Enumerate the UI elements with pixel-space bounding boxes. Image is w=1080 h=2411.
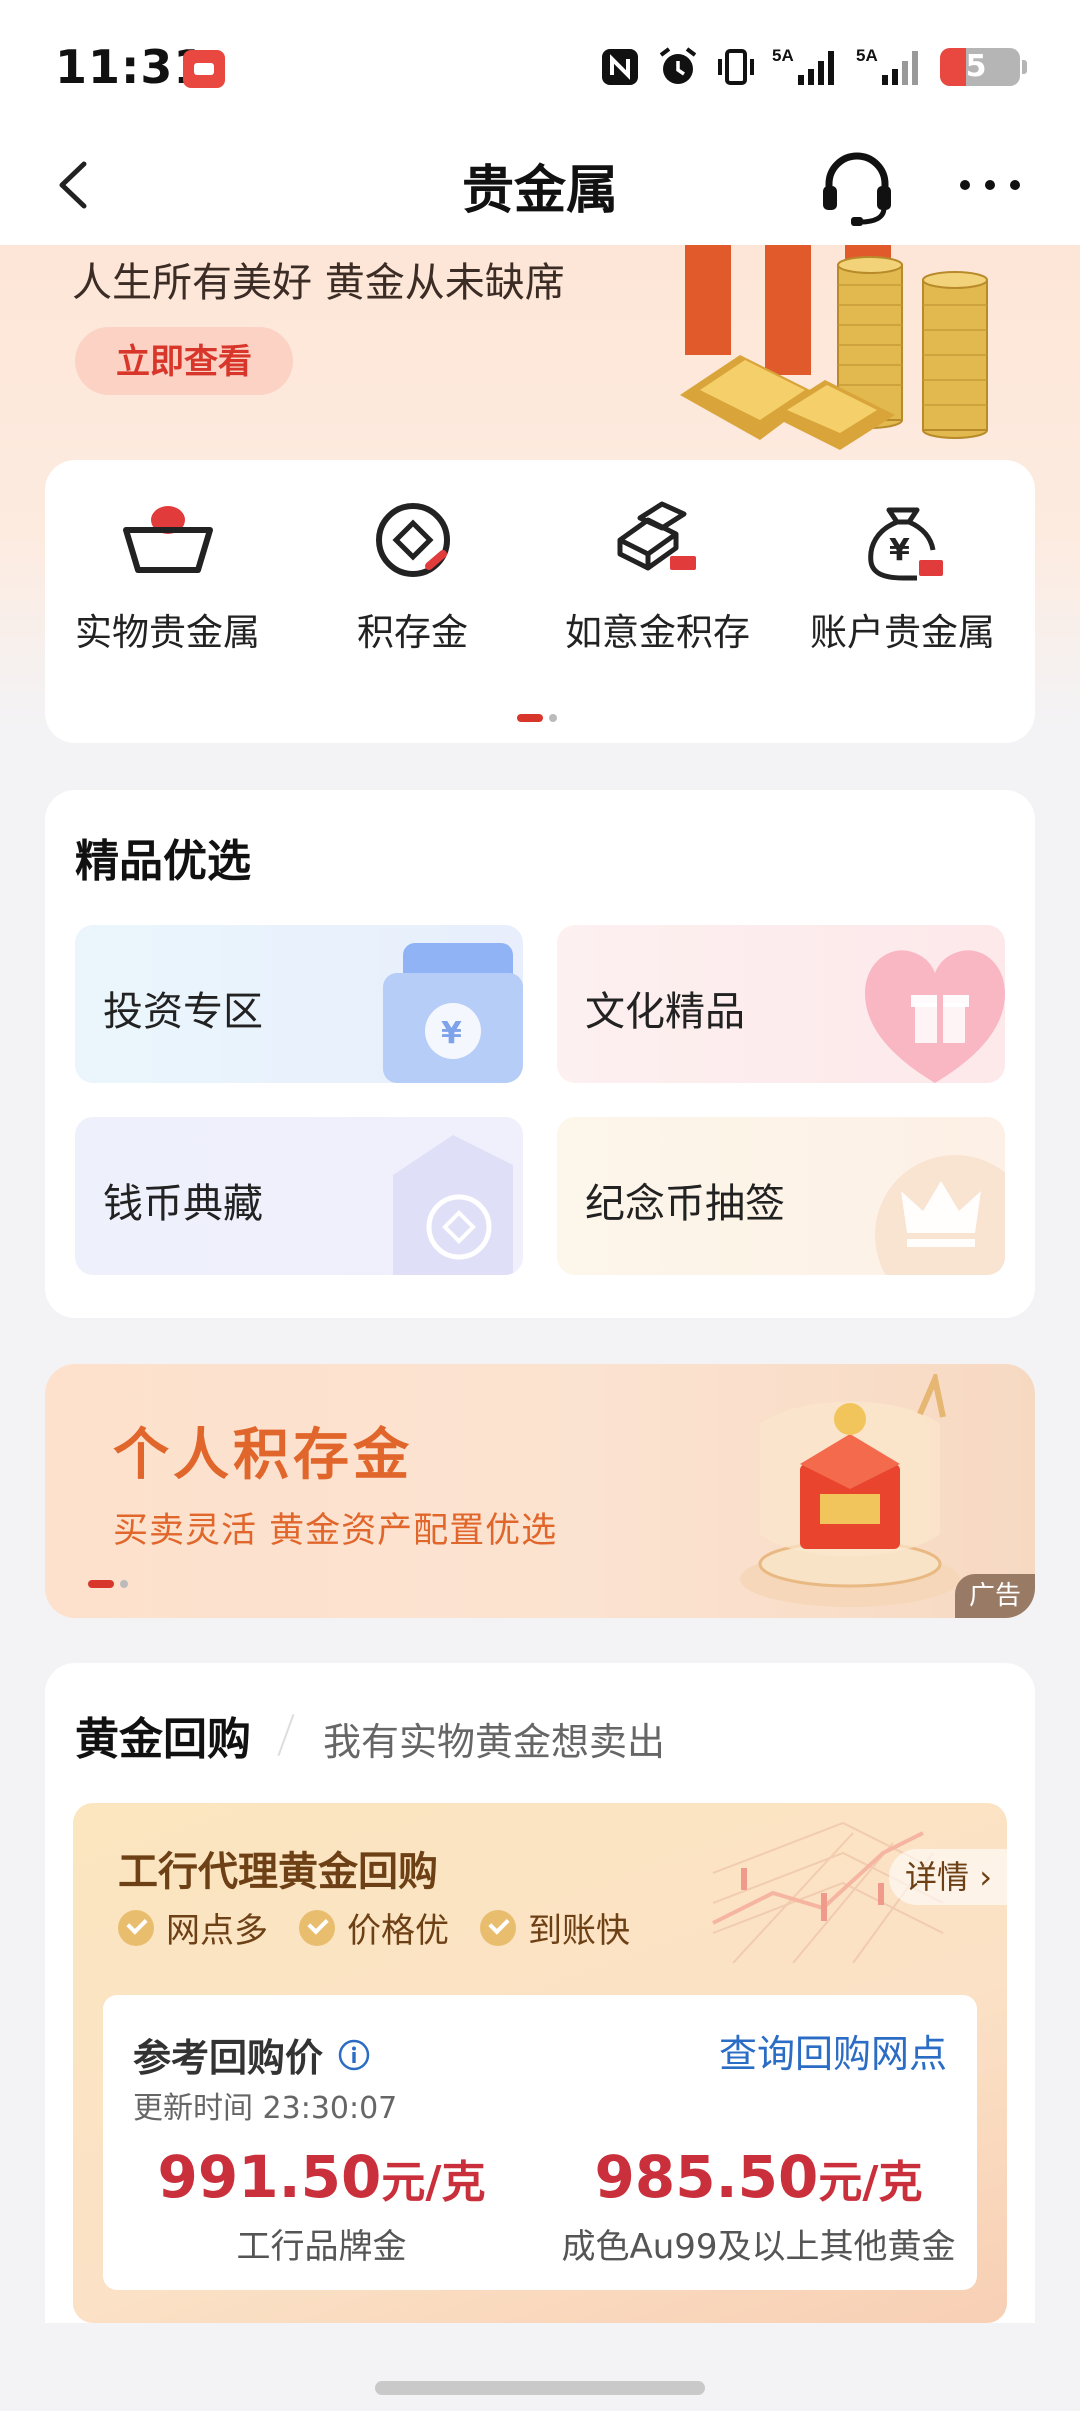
gold-gift-box-illustration (740, 1374, 960, 1607)
pager-dot-active (88, 1580, 114, 1588)
vibrate-icon (718, 49, 754, 85)
quick-entry-pager (517, 714, 557, 722)
quick-item-label: 实物贵金属 (75, 611, 260, 654)
gold-ingot-icon (122, 506, 213, 573)
quick-item-savings-gold[interactable]: 积存金 (290, 482, 535, 682)
tile-coin-collection[interactable]: 钱币典藏 (75, 1117, 523, 1275)
tile-investment-zone[interactable]: 投资专区 ¥ (75, 925, 523, 1083)
title-divider (277, 1713, 295, 1757)
tile-commemorative-coin-lottery[interactable]: 纪念币抽签 (557, 1117, 1005, 1275)
pager-dot-active (517, 714, 543, 722)
gold-bars-illustration (680, 245, 988, 450)
coin-card-icon (393, 1135, 513, 1275)
signal-5a-icon: 5A (772, 46, 834, 85)
svg-text:5A: 5A (856, 46, 878, 65)
ad-subtitle: 买卖灵活 黄金资产配置优选 (113, 1511, 558, 1551)
price-label: 成色Au99及以上其他黄金 (561, 2227, 956, 2267)
section-title: 黄金回购 (75, 1714, 251, 1765)
section-subtitle: 我有实物黄金想卖出 (323, 1720, 666, 1764)
price-block-icbc-brand: 991.50元/克 工行品牌金 (103, 2143, 540, 2268)
price-block-other-gold: 985.50元/克 成色Au99及以上其他黄金 (540, 2143, 977, 2268)
status-icons: 5A 5A 5 (598, 42, 1027, 92)
feature-item: 网点多 (118, 1903, 268, 1952)
customer-service-icon[interactable] (815, 144, 899, 228)
price-card-title: 参考回购价 (133, 2036, 324, 2080)
update-time: 更新时间 23:30:07 (133, 2091, 398, 2126)
ad-tag: 广告 (955, 1574, 1035, 1618)
query-branch-link[interactable]: 查询回购网点 (719, 2023, 947, 2078)
check-icon (299, 1909, 335, 1946)
pager-dot (549, 714, 557, 722)
crown-icon (875, 1155, 1005, 1275)
tile-label: 钱币典藏 (103, 1181, 263, 1227)
feature-item: 到账快 (480, 1903, 630, 1952)
detail-label: 详情 (905, 1858, 970, 1896)
feature-label: 价格优 (347, 1911, 449, 1951)
gold-bars-icon (617, 501, 696, 571)
feature-item: 价格优 (299, 1903, 449, 1952)
status-bar: 11:31 5A 5A 5 (0, 0, 1080, 130)
svg-text:5A: 5A (772, 46, 794, 65)
price-unit: 元/克 (381, 2157, 486, 2208)
reference-price-card: 参考回购价 查询回购网点 更新时间 23:30:07 991.50元/克 工行品… (103, 1995, 977, 2290)
ad-title: 个人积存金 (113, 1423, 413, 1488)
tile-label: 投资专区 (103, 989, 263, 1035)
feature-label: 到账快 (528, 1911, 630, 1951)
svg-text:¥: ¥ (441, 1016, 462, 1051)
nfc-icon (602, 49, 638, 85)
hero-slogan: 人生所有美好 黄金从未缺席 (72, 260, 565, 306)
pager-dot (120, 1580, 128, 1588)
check-icon (480, 1909, 516, 1946)
gift-icon (865, 950, 1005, 1083)
svg-text:¥: ¥ (889, 533, 910, 568)
tile-label: 纪念币抽签 (585, 1181, 785, 1227)
ad-pager (88, 1580, 128, 1588)
money-bag-icon: ¥ (867, 507, 943, 581)
section-title: 精品优选 (75, 836, 251, 887)
page-title: 贵金属 (461, 161, 618, 221)
battery-icon: 5 (940, 48, 1027, 86)
quick-item-account-metal[interactable]: ¥ 账户贵金属 (780, 482, 1025, 682)
quick-item-label: 如意金积存 (565, 611, 750, 654)
gold-buyback-section: 黄金回购 我有实物黄金想卖出 工行代理黄金回购 详情 › 网点多 价格优 到账快 (45, 1663, 1035, 2323)
featured-section: 精品优选 投资专区 ¥ 文化精品 钱币典藏 纪念币抽签 (45, 790, 1035, 1318)
quick-entry-card: 实物贵金属 积存金 如意金积存 ¥ 账户贵金属 (45, 460, 1035, 743)
signal-5a-icon: 5A (856, 46, 918, 85)
detail-button[interactable]: 详情 › (889, 1849, 1007, 1905)
quick-item-label: 积存金 (357, 611, 468, 654)
price-label: 工行品牌金 (236, 2227, 407, 2267)
quick-item-ruyi-gold[interactable]: 如意金积存 (535, 482, 780, 682)
price-value: 985.50 (594, 2143, 819, 2211)
quick-item-physical-metal[interactable]: 实物贵金属 (45, 482, 290, 682)
battery-text: 5 (965, 49, 987, 84)
feature-label: 网点多 (166, 1911, 268, 1951)
ad-banner-personal-gold[interactable]: 个人积存金 买卖灵活 黄金资产配置优选 广告 (45, 1364, 1035, 1618)
view-now-button[interactable]: 立即查看 (75, 327, 293, 395)
quick-item-label: 账户贵金属 (810, 611, 995, 654)
price-unit: 元/克 (818, 2157, 923, 2208)
tile-label: 文化精品 (585, 989, 745, 1035)
panel-title: 工行代理黄金回购 (118, 1849, 438, 1895)
money-bag-card-icon: ¥ (383, 943, 523, 1083)
check-icon (118, 1909, 154, 1946)
app-badge-icon (183, 50, 225, 88)
alarm-icon (659, 47, 697, 84)
home-indicator[interactable] (375, 2381, 705, 2395)
more-icon[interactable] (955, 160, 1025, 210)
nav-bar: 贵金属 (0, 130, 1080, 245)
price-value: 991.50 (157, 2143, 382, 2211)
info-icon[interactable] (338, 2039, 370, 2071)
buyback-panel: 工行代理黄金回购 详情 › 网点多 价格优 到账快 参考回购价 查询回购网点 更… (73, 1803, 1007, 2323)
savings-gold-icon (375, 503, 450, 577)
tile-cultural-items[interactable]: 文化精品 (557, 925, 1005, 1083)
